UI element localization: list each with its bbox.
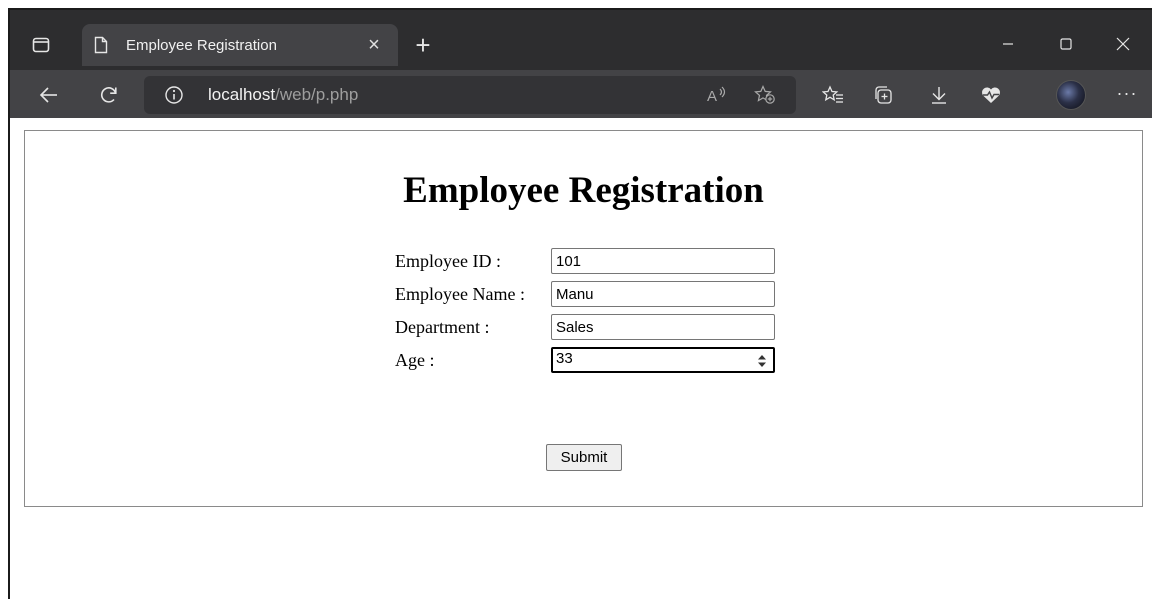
browser-essentials-icon[interactable] — [974, 78, 1008, 112]
department-input[interactable] — [551, 314, 775, 340]
svg-text:A: A — [707, 88, 717, 104]
more-menu-icon[interactable]: ··· — [1110, 78, 1144, 112]
back-icon[interactable] — [32, 78, 66, 112]
url-path: /web/p.php — [275, 85, 359, 104]
refresh-icon[interactable] — [92, 78, 126, 112]
browser-titlebar: Employee Registration × + — [10, 10, 1152, 70]
favorites-icon[interactable] — [816, 78, 850, 112]
spinner-icon[interactable] — [757, 354, 767, 368]
url-text: localhost/web/p.php — [208, 85, 358, 105]
profile-avatar[interactable] — [1056, 80, 1086, 110]
submit-button[interactable]: Submit — [546, 444, 622, 471]
maximize-icon[interactable] — [1043, 28, 1089, 60]
age-label: Age : — [395, 350, 435, 370]
browser-toolbar: localhost/web/p.php A ··· — [10, 70, 1152, 118]
url-host: localhost — [208, 85, 276, 104]
address-bar[interactable]: localhost/web/p.php A — [144, 76, 796, 114]
page-title: Employee Registration — [403, 170, 764, 211]
collections-icon[interactable] — [866, 78, 900, 112]
employee-id-input[interactable] — [551, 248, 775, 274]
tab-title: Employee Registration — [126, 36, 277, 54]
tab-employee-registration[interactable]: Employee Registration × — [82, 24, 398, 66]
add-favorite-icon[interactable] — [748, 78, 782, 112]
info-icon[interactable] — [164, 85, 184, 105]
page-icon — [94, 36, 112, 54]
employee-id-label: Employee ID : — [395, 251, 501, 271]
new-tab-button[interactable]: + — [408, 30, 438, 60]
minimize-icon[interactable] — [985, 28, 1031, 60]
employee-name-input[interactable] — [551, 281, 775, 307]
tab-close-icon[interactable]: × — [362, 34, 386, 57]
employee-name-label: Employee Name : — [395, 284, 525, 304]
age-number-field[interactable]: 33 — [551, 347, 775, 373]
tab-actions-icon[interactable] — [20, 22, 62, 68]
close-icon[interactable] — [1100, 28, 1146, 60]
age-value: 33 — [556, 350, 573, 367]
page-content: Employee Registration Employee ID : Empl… — [24, 130, 1143, 507]
downloads-icon[interactable] — [922, 78, 956, 112]
read-aloud-icon[interactable]: A — [700, 78, 734, 112]
department-label: Department : — [395, 317, 490, 337]
